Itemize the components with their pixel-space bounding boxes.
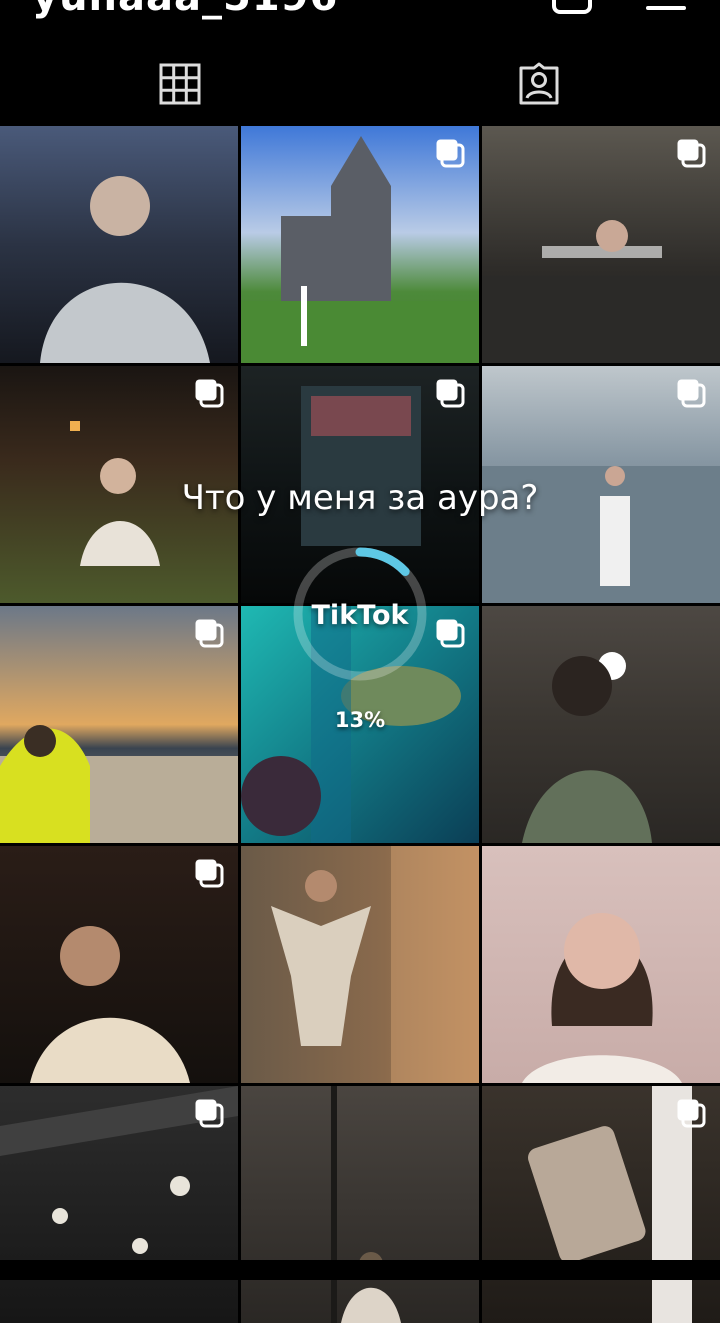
bottom-strip [0,1260,720,1280]
post-thumbnail[interactable] [241,1086,479,1323]
tagged-tab[interactable] [517,62,561,106]
posts-grid [0,126,720,1323]
person-tag-icon [519,62,559,105]
tiktok-logo-text: TikTok [311,600,409,631]
profile-tabs [0,40,720,126]
posts-grid-tab[interactable] [158,62,202,106]
username[interactable]: yunaaa_5196 [32,0,338,20]
post-thumbnail[interactable] [0,846,238,1083]
post-thumbnail[interactable] [482,1086,720,1323]
post-thumbnail[interactable] [0,1086,238,1323]
post-image [241,1086,479,1323]
post-thumbnail[interactable] [241,126,479,363]
post-image [482,846,720,1083]
post-thumbnail[interactable] [482,126,720,363]
post-thumbnail[interactable] [482,846,720,1083]
multiple-posts-icon [195,379,224,408]
post-thumbnail[interactable] [241,846,479,1083]
multiple-posts-icon [677,379,706,408]
post-thumbnail[interactable] [0,126,238,363]
hamburger-menu-icon[interactable] [646,0,686,10]
post-image [0,126,238,363]
multiple-posts-icon [677,139,706,168]
progress-percent: 13% [334,708,386,732]
multiple-posts-icon [195,1099,224,1128]
overlay-title: Что у меня за аура? [181,478,539,518]
multiple-posts-icon [436,379,465,408]
multiple-posts-icon [677,1099,706,1128]
multiple-posts-icon [195,859,224,888]
post-image [241,846,479,1083]
profile-header: yunaaa_5196 [0,0,720,40]
multiple-posts-icon [436,139,465,168]
grid-icon [159,63,201,105]
add-square-icon[interactable] [552,0,592,14]
